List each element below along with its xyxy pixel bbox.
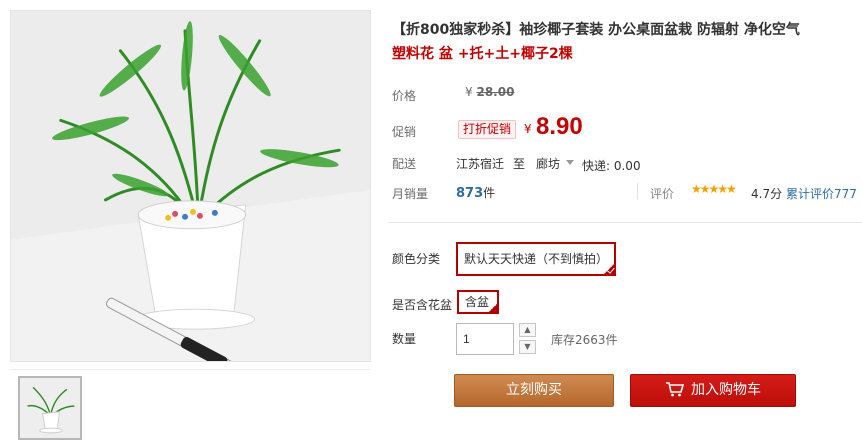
- promo-price-currency: ¥: [524, 122, 532, 136]
- product-page: 【折800独家秒杀】袖珍椰子套装 办公桌面盆栽 防辐射 净化空气 塑料花 盆 +…: [0, 0, 862, 443]
- add-to-cart-label: 加入购物车: [691, 382, 761, 398]
- check-corner-icon: [603, 263, 615, 275]
- rating-stars-icon: ★★★★★: [691, 182, 737, 196]
- add-to-cart-button[interactable]: 加入购物车: [630, 374, 796, 407]
- price-label: 价格: [392, 89, 417, 103]
- quantity-label: 数量: [392, 332, 417, 346]
- promo-label: 促销: [392, 125, 417, 139]
- thumbnail-divider: [10, 369, 371, 370]
- pot-option-text: 含盆: [465, 295, 490, 309]
- product-title-line2: 塑料花 盆 +托+土+椰子2棵: [392, 46, 573, 62]
- product-main-image[interactable]: [10, 10, 371, 362]
- quantity-increase-button[interactable]: ▲: [519, 323, 536, 337]
- shipping-origin: 江苏宿迁: [456, 157, 505, 171]
- quantity-decrease-button[interactable]: ▼: [519, 340, 536, 354]
- cart-icon: [666, 382, 685, 397]
- buy-now-label: 立刻购买: [506, 382, 562, 398]
- shipping-fee: 快递: 0.00: [582, 159, 641, 173]
- shipping-to-word: 至: [513, 157, 526, 171]
- quantity-input[interactable]: 1: [456, 323, 514, 355]
- pot-option-label: 是否含花盆: [392, 298, 453, 312]
- stock-count: 库存2663件: [551, 333, 618, 347]
- chevron-down-icon[interactable]: [566, 160, 574, 165]
- total-reviews-link[interactable]: 累计评价777: [786, 185, 857, 202]
- original-price-value: 28.00: [476, 85, 515, 99]
- color-option-selected[interactable]: 默认天天快递（不到慎拍）: [456, 242, 616, 276]
- monthly-sales-unit: 件: [483, 186, 496, 200]
- monthly-sales: 873件: [456, 184, 495, 201]
- shipping-label: 配送: [392, 157, 417, 171]
- buy-now-button[interactable]: 立刻购买: [454, 374, 614, 407]
- plant-thumbnail-image: [20, 378, 80, 438]
- monthly-sales-label: 月销量: [392, 187, 429, 201]
- rating-label: 评价: [650, 187, 675, 201]
- promo-tag-badge: 打折促销: [458, 120, 517, 139]
- product-title-line1: 【折800独家秒杀】袖珍椰子套装 办公桌面盆栽 防辐射 净化空气: [392, 22, 800, 38]
- rating-score: 4.7分: [751, 187, 783, 201]
- pot-option-selected[interactable]: 含盆: [457, 290, 499, 314]
- plant-photo: [11, 11, 370, 361]
- section-divider: [388, 222, 862, 223]
- monthly-sales-count: 873: [456, 186, 484, 201]
- product-title: 【折800独家秒杀】袖珍椰子套装 办公桌面盆栽 防辐射 净化空气 塑料花 盆 +…: [392, 18, 858, 66]
- color-option-label: 颜色分类: [392, 252, 441, 266]
- sales-rating-divider: [637, 183, 638, 199]
- product-detail-panel: 【折800独家秒杀】袖珍椰子套装 办公桌面盆栽 防辐射 净化空气 塑料花 盆 +…: [388, 0, 862, 443]
- original-price-currency: ¥: [465, 85, 473, 99]
- shipping-destination-select[interactable]: 廊坊: [536, 155, 560, 172]
- check-corner-icon: [488, 303, 498, 313]
- color-option-text: 默认天天快递（不到慎拍）: [464, 252, 609, 266]
- promo-price-value: 8.90: [536, 113, 583, 140]
- original-price: ¥ 28.00: [465, 85, 514, 99]
- product-thumbnail[interactable]: [18, 376, 82, 440]
